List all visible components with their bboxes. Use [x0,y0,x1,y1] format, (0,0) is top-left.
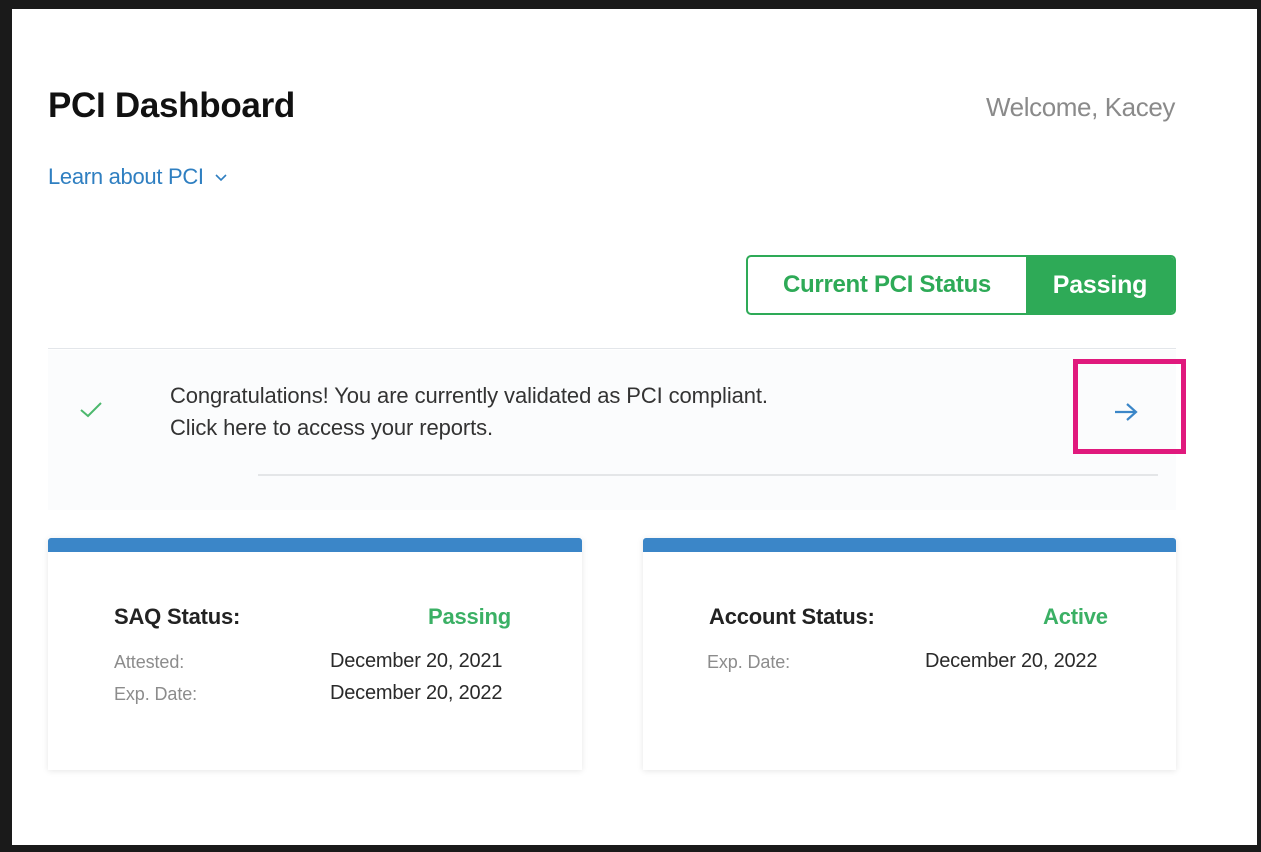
card-accent-bar [643,538,1176,552]
account-status-card: Account Status: Active Exp. Date: Decemb… [643,538,1176,770]
exp-date-value: December 20, 2022 [925,650,1098,672]
divider [48,348,1176,349]
exp-date-label: Exp. Date: [114,684,198,704]
saq-status-card: SAQ Status: Passing Attested: December 2… [48,538,582,770]
chevron-down-icon [215,174,227,182]
check-icon [80,402,102,418]
exp-date-label: Exp. Date: [707,652,791,672]
banner-reports-link-text[interactable]: Click here to access your reports. [170,415,493,441]
saq-status-title: SAQ Status: [114,604,241,629]
learn-about-pci-link[interactable]: Learn about PCI [48,164,228,190]
page-title: PCI Dashboard [48,86,295,125]
account-status-value: Active [1043,604,1108,629]
account-status-title: Account Status: [709,604,875,629]
attested-label: Attested: [114,652,185,672]
welcome-message: Welcome, Kacey [986,92,1175,122]
pci-status-label: Current PCI Status [783,271,991,298]
banner-message: Congratulations! You are currently valid… [170,383,768,408]
pci-status-value: Passing [1026,257,1174,313]
view-reports-arrow-button[interactable] [1106,395,1146,429]
exp-date-value: December 20, 2022 [330,682,503,704]
arrow-right-icon [1115,403,1138,421]
attested-value: December 20, 2021 [330,650,503,672]
card-accent-bar [48,538,582,552]
learn-about-pci-label: Learn about PCI [48,164,204,189]
banner-divider [258,474,1158,476]
saq-status-value: Passing [428,604,511,629]
pci-status-badge: Current PCI Status Passing [746,255,1176,315]
